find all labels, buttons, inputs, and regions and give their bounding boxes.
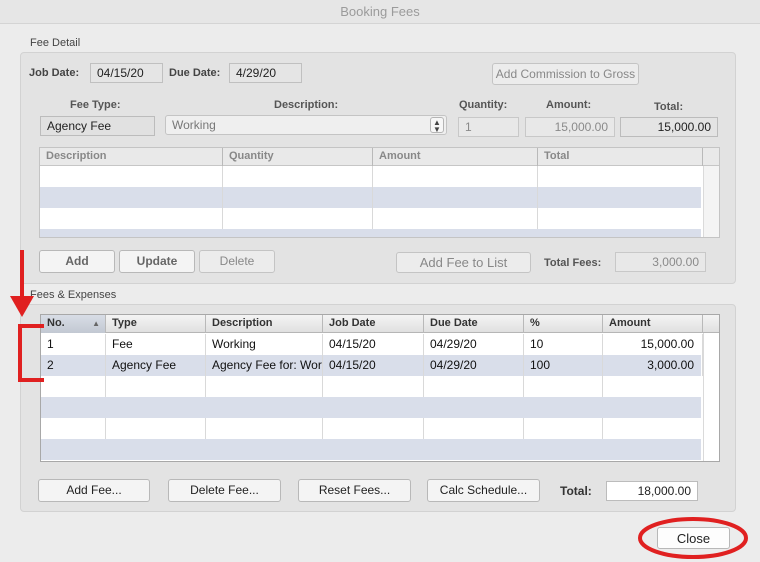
annotation-arrow — [10, 250, 34, 317]
annotation-bracket — [18, 324, 44, 382]
annotation-overlay — [10, 250, 748, 559]
annotation-circle — [638, 517, 748, 559]
